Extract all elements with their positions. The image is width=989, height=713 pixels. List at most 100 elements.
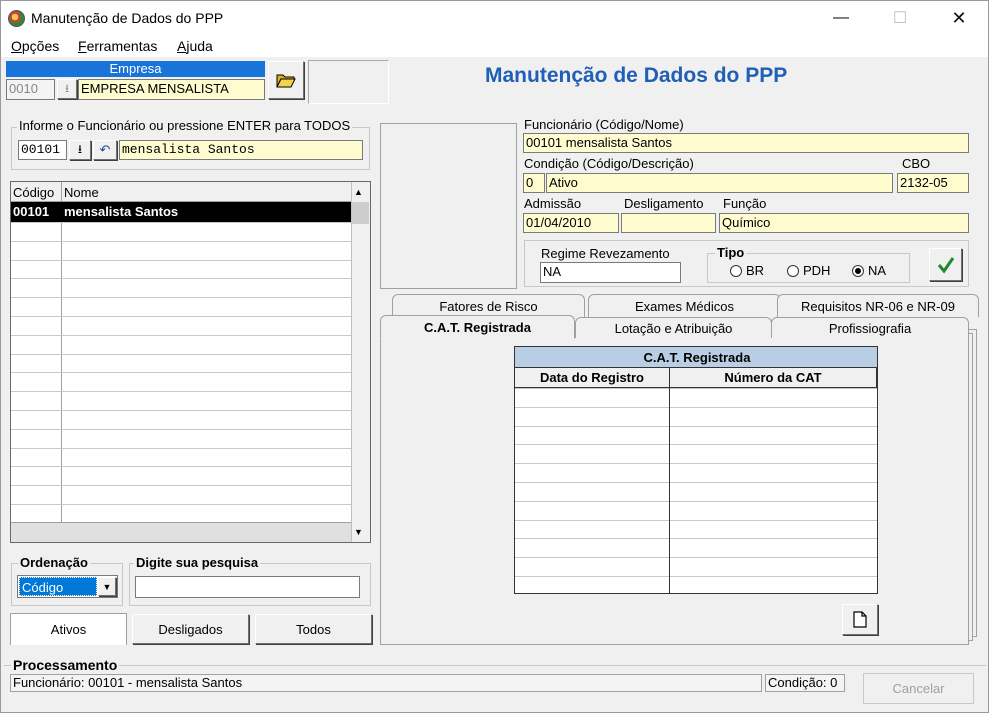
- grid-row-line: [515, 576, 877, 577]
- ativos-button[interactable]: Ativos: [10, 613, 127, 645]
- confirm-button[interactable]: [929, 248, 962, 281]
- cbo-label: CBO: [902, 156, 931, 171]
- admission-field[interactable]: 01/04/2010: [523, 213, 619, 233]
- regime-input[interactable]: NA: [540, 262, 681, 283]
- grid-row-line: [11, 316, 351, 317]
- maximize-button[interactable]: ☐: [877, 1, 923, 35]
- company-code-field[interactable]: 0010: [6, 79, 55, 100]
- tipo-radio-na[interactable]: NA: [852, 263, 886, 278]
- grid-row-line: [11, 353, 351, 355]
- employee-field[interactable]: 00101 mensalista Santos: [523, 133, 969, 153]
- function-label: Função: [723, 196, 767, 211]
- new-record-button[interactable]: [842, 604, 878, 635]
- grid-row-line: [11, 466, 351, 468]
- page-title: Manutenção de Dados do PPP: [485, 64, 788, 87]
- employee-lookup-icon[interactable]: ⭳: [69, 140, 91, 160]
- list-scrollbar[interactable]: [351, 182, 370, 542]
- window-title: Manutenção de Dados do PPP: [31, 10, 224, 26]
- column-header-codigo[interactable]: Código: [13, 185, 54, 200]
- search-label: Digite sua pesquisa: [134, 555, 261, 570]
- processing-label: Processamento: [11, 657, 120, 673]
- dismissal-field[interactable]: [621, 213, 716, 233]
- grid-row-line: [11, 428, 351, 430]
- admission-label: Admissão: [524, 196, 582, 211]
- radio-circle[interactable]: [730, 264, 742, 277]
- radio-circle-selected[interactable]: [852, 264, 864, 277]
- condition-code-field[interactable]: 0: [523, 173, 545, 193]
- grid-row-line: [11, 334, 351, 336]
- grid-column-line: [669, 388, 670, 593]
- title-bar: Manutenção de Dados do PPP — ☐ ✕: [1, 1, 988, 35]
- cbo-field[interactable]: 2132-05: [897, 173, 969, 193]
- cancel-button[interactable]: Cancelar: [863, 673, 974, 704]
- scroll-down-icon[interactable]: ▼: [354, 527, 363, 537]
- tab-lotacao[interactable]: Lotação e Atribuição: [575, 317, 772, 338]
- grid-row-line: [515, 463, 877, 465]
- close-button[interactable]: ✕: [936, 1, 982, 35]
- grid-row-line: [515, 500, 877, 502]
- employee-list[interactable]: Código Nome 00101 mensalista Santos ▲ ▼: [10, 181, 371, 543]
- minimize-button[interactable]: —: [818, 1, 864, 35]
- undo-icon[interactable]: ↶: [93, 140, 117, 160]
- grid-row-line: [11, 391, 351, 393]
- scroll-up-icon[interactable]: ▲: [354, 187, 363, 197]
- grid-row-line: [515, 388, 877, 389]
- function-field[interactable]: Químico: [719, 213, 969, 233]
- tab-fatores-de-risco[interactable]: Fatores de Risco: [392, 294, 585, 317]
- grid-row-line: [11, 372, 351, 374]
- cat-grid-lines: [515, 388, 877, 593]
- new-document-icon: [853, 611, 867, 628]
- regime-label: Regime Revezamento: [541, 246, 670, 261]
- tipo-radio-br[interactable]: BR: [730, 263, 764, 278]
- tab-requisitos[interactable]: Requisitos NR-06 e NR-09: [777, 294, 979, 317]
- cat-table[interactable]: C.A.T. Registrada Data do Registro Númer…: [514, 346, 878, 594]
- dismissal-label: Desligamento: [624, 196, 704, 211]
- grid-row-line: [515, 519, 877, 521]
- tab-exames-medicos[interactable]: Exames Médicos: [588, 294, 781, 317]
- open-folder-button[interactable]: [268, 61, 304, 99]
- radio-circle[interactable]: [787, 264, 799, 277]
- column-header-nome[interactable]: Nome: [64, 185, 99, 200]
- todos-button[interactable]: Todos: [255, 614, 372, 644]
- grid-row-line: [515, 538, 877, 540]
- checkmark-icon: [937, 256, 954, 273]
- employee-code-input[interactable]: 00101: [18, 140, 67, 160]
- company-lookup-icon[interactable]: ⭳: [57, 79, 77, 99]
- grid-row-line: [515, 425, 877, 427]
- column-header-numero-cat[interactable]: Número da CAT: [670, 368, 877, 388]
- grid-row-line: [11, 447, 351, 449]
- grid-row-line: [11, 297, 351, 299]
- ordering-label: Ordenação: [18, 555, 90, 570]
- table-row[interactable]: [11, 202, 351, 222]
- employee-search-label: Informe o Funcionário ou pressione ENTER…: [17, 118, 353, 133]
- condition-desc-field[interactable]: Ativo: [546, 173, 893, 193]
- grid-row-line: [11, 259, 351, 261]
- menu-ajuda[interactable]: Ajuda: [177, 38, 213, 54]
- menu-ferramentas[interactable]: Ferramentas: [78, 38, 157, 54]
- grid-row-line: [11, 410, 351, 411]
- grid-row-line: [515, 406, 877, 408]
- tab-cat-registrada[interactable]: C.A.T. Registrada: [380, 315, 575, 339]
- tipo-radio-pdh[interactable]: PDH: [787, 263, 830, 278]
- ordering-select[interactable]: Código ▼: [17, 575, 118, 598]
- condition-label: Condição (Código/Descrição): [524, 156, 694, 171]
- desligados-button[interactable]: Desligados: [132, 614, 249, 644]
- ordering-selected-value: Código: [19, 577, 97, 596]
- scrollbar-thumb[interactable]: [352, 202, 369, 224]
- list-grid-lines: [11, 222, 351, 522]
- folder-open-icon: [276, 74, 296, 88]
- grid-row-line: [515, 557, 877, 559]
- company-name-field[interactable]: EMPRESA MENSALISTA: [78, 79, 265, 100]
- company-header: Empresa: [6, 61, 265, 77]
- menu-opcoes[interactable]: Opções: [11, 38, 59, 54]
- employee-name-field[interactable]: mensalista Santos: [119, 140, 363, 160]
- grid-row-line: [11, 222, 351, 223]
- tab-profissiografia[interactable]: Profissiografia: [771, 317, 969, 338]
- grid-row-line: [11, 278, 351, 280]
- photo-frame: [380, 123, 517, 289]
- chevron-down-icon[interactable]: ▼: [98, 577, 116, 596]
- search-input[interactable]: [135, 576, 360, 598]
- column-header-data-registro[interactable]: Data do Registro: [515, 368, 670, 388]
- cat-table-title: C.A.T. Registrada: [515, 347, 877, 368]
- app-icon: [8, 10, 25, 27]
